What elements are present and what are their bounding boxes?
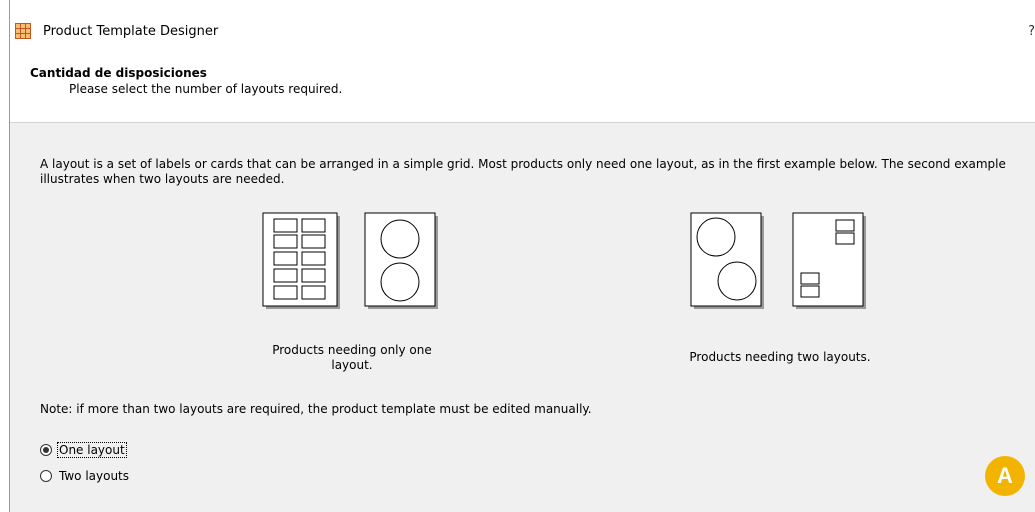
radio-one-layout-circle[interactable] xyxy=(40,444,52,456)
one-layout-caption-line1: Products needing only one xyxy=(272,343,432,357)
radio-two-layouts[interactable]: Two layouts xyxy=(40,469,130,483)
one-layout-caption-line2: layout. xyxy=(331,358,373,372)
page-title: Cantidad de disposiciones xyxy=(30,66,207,80)
radio-one-layout-label[interactable]: One layout xyxy=(57,442,127,458)
annotation-badge: A xyxy=(985,456,1025,496)
window-title: Product Template Designer xyxy=(43,24,219,39)
intro-text: A layout is a set of labels or cards tha… xyxy=(40,157,1006,186)
page-subtitle: Please select the number of layouts requ… xyxy=(69,82,343,96)
one-layout-caption: Products needing only one layout. xyxy=(262,343,442,373)
radio-two-layouts-label[interactable]: Two layouts xyxy=(58,469,130,483)
two-layouts-diagram xyxy=(690,212,866,309)
grid-app-icon xyxy=(15,23,31,39)
help-button[interactable]: ? xyxy=(1028,24,1035,39)
one-layout-diagram xyxy=(262,212,438,309)
radio-one-layout[interactable]: One layout xyxy=(40,442,127,458)
radio-two-layouts-circle[interactable] xyxy=(40,470,52,482)
note-text: Note: if more than two layouts are requi… xyxy=(40,402,592,416)
two-layouts-caption: Products needing two layouts. xyxy=(689,350,871,364)
